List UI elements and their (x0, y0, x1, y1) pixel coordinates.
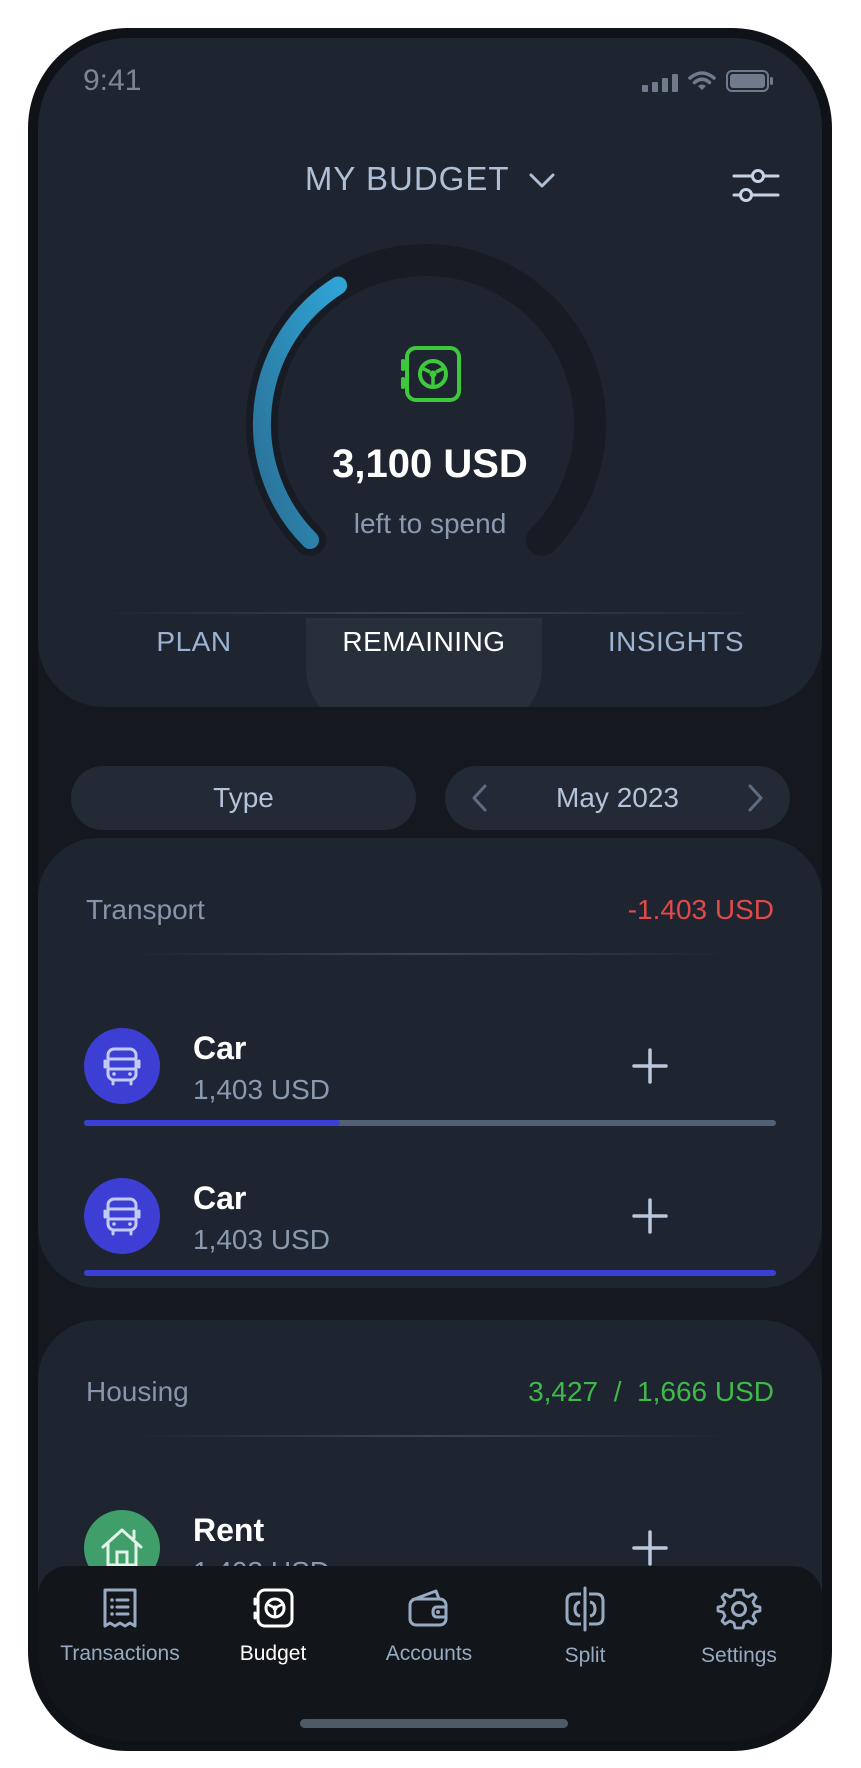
battery-icon (726, 70, 773, 92)
bus-icon (103, 1047, 141, 1086)
category-divider (128, 953, 732, 955)
app-screen: 9:41 MY BUDGET 3,100 USD left to spend P… (38, 38, 822, 1741)
plus-icon[interactable] (630, 1196, 670, 1236)
budget-selector[interactable]: MY BUDGET (38, 160, 822, 198)
item-name: Car (193, 1180, 247, 1216)
item-name: Car (193, 1030, 247, 1066)
wallet-icon (408, 1589, 448, 1627)
item-icon-circle (84, 1178, 160, 1254)
category-name: Transport (86, 894, 205, 925)
status-icons (642, 70, 774, 92)
nav-label: Settings (701, 1644, 777, 1667)
item-amount: 1,403 USD (193, 1224, 330, 1255)
nav-transactions[interactable]: Transactions (45, 1586, 195, 1666)
chevron-left-icon[interactable] (465, 782, 497, 814)
item-progress-fill (84, 1120, 341, 1126)
tab-remaining[interactable]: REMAINING (306, 626, 542, 676)
category-name: Housing (86, 1376, 189, 1407)
wifi-icon (688, 71, 716, 90)
bus-icon (103, 1197, 141, 1236)
budget-title: MY BUDGET (304, 160, 509, 197)
nav-label: Split (564, 1644, 606, 1667)
nav-settings[interactable]: Settings (664, 1586, 814, 1668)
nav-accounts[interactable]: Accounts (354, 1586, 504, 1666)
category-card-transport: Transport -1.403 USD Car 1,403 USD Car 1… (38, 838, 822, 1288)
budget-header-card: 9:41 MY BUDGET 3,100 USD left to spend P… (38, 38, 822, 707)
tab-plan[interactable]: PLAN (94, 626, 294, 676)
budget-item[interactable]: Car 1,403 USD (38, 1178, 822, 1288)
category-divider (128, 1435, 732, 1437)
item-progress-fill (84, 1270, 776, 1276)
gear-icon (716, 1588, 762, 1630)
safe-icon (401, 346, 461, 402)
nav-label: Accounts (385, 1642, 473, 1665)
nav-label: Budget (239, 1642, 307, 1665)
receipt-icon (103, 1588, 137, 1628)
chevron-down-icon (529, 173, 555, 188)
plus-icon[interactable] (630, 1046, 670, 1086)
item-amount: 1,403 USD (193, 1074, 330, 1105)
remaining-caption: left to spend (353, 508, 507, 539)
item-progress-bar (84, 1120, 776, 1126)
tab-divider (98, 612, 762, 614)
safe-icon (253, 1588, 294, 1628)
bottom-nav: Transactions Budget Accounts Split Setti… (38, 1566, 822, 1741)
budget-item[interactable]: Car 1,403 USD (38, 1028, 822, 1138)
item-progress-bar (84, 1270, 776, 1276)
sliders-icon[interactable] (732, 166, 782, 206)
signal-icon (642, 74, 678, 92)
plus-icon[interactable] (630, 1528, 670, 1568)
period-selector: May 2023 (445, 766, 790, 830)
home-indicator[interactable] (300, 1719, 568, 1728)
remaining-amount: 3,100 USD (332, 442, 528, 486)
tab-insights[interactable]: INSIGHTS (566, 626, 786, 676)
split-icon (565, 1586, 605, 1632)
item-icon-circle (84, 1028, 160, 1104)
item-name: Rent (193, 1512, 265, 1548)
chevron-right-icon[interactable] (738, 782, 770, 814)
nav-budget[interactable]: Budget (198, 1586, 348, 1666)
nav-split[interactable]: Split (510, 1586, 660, 1668)
category-total: -1.403 USD (627, 894, 774, 925)
budget-gauge (246, 244, 606, 556)
nav-label: Transactions (60, 1642, 180, 1665)
category-total: 3,427 / 1,666 USD (528, 1376, 774, 1407)
type-filter-button[interactable]: Type (71, 766, 416, 830)
phone-frame: 9:41 MY BUDGET 3,100 USD left to spend P… (28, 28, 832, 1751)
status-time: 9:41 (83, 64, 142, 97)
